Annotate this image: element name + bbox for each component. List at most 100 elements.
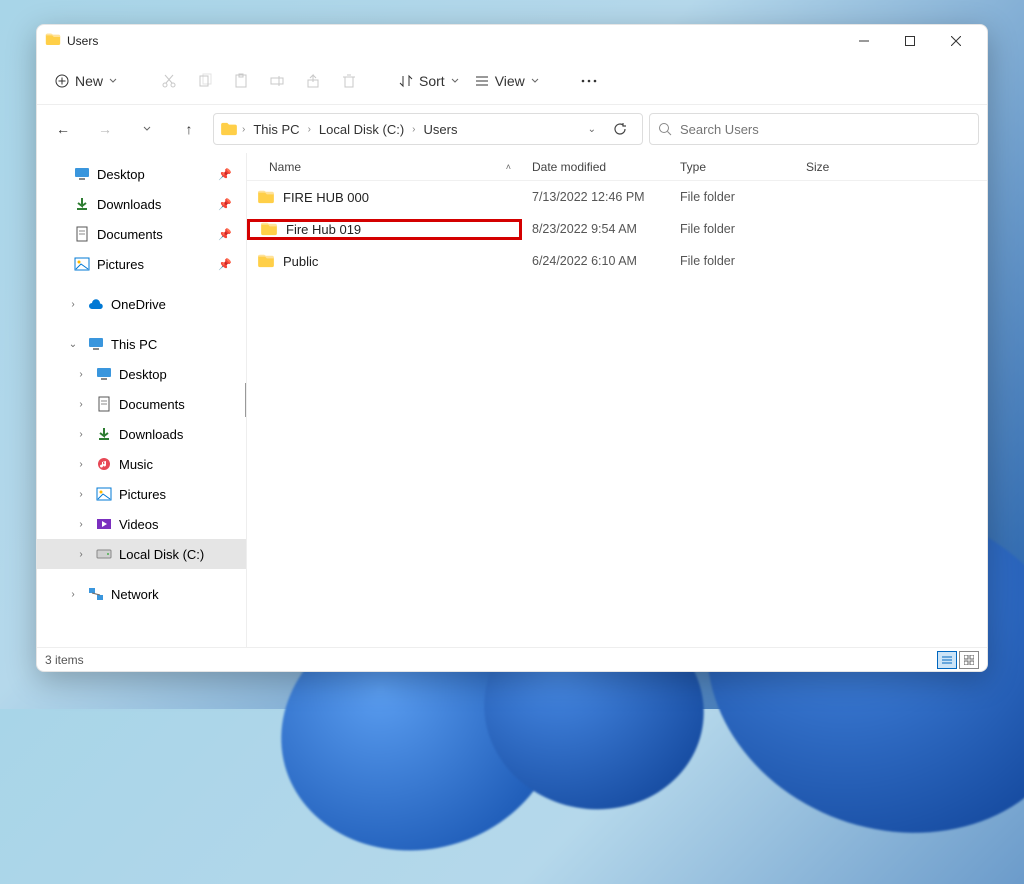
sidebar-item-label: Pictures: [119, 487, 166, 502]
breadcrumb-thispc[interactable]: This PC: [249, 120, 303, 139]
column-size[interactable]: Size: [796, 153, 876, 180]
chevron-right-icon: ›: [412, 124, 415, 135]
sidebar-item-downloads[interactable]: Downloads📌: [37, 189, 246, 219]
search-input[interactable]: [680, 122, 970, 137]
sidebar-item-onedrive[interactable]: › OneDrive: [37, 289, 246, 319]
forward-button[interactable]: →: [87, 111, 123, 147]
chevron-right-icon[interactable]: ›: [73, 459, 89, 470]
cloud-icon: [87, 298, 105, 310]
grid-icon: [964, 655, 974, 665]
refresh-button[interactable]: [604, 122, 636, 136]
delete-button[interactable]: [331, 63, 367, 99]
back-button[interactable]: ←: [45, 111, 81, 147]
cut-icon: [161, 73, 177, 89]
chevron-right-icon[interactable]: ›: [73, 369, 89, 380]
recent-button[interactable]: [129, 111, 165, 147]
breadcrumb-users[interactable]: Users: [420, 120, 462, 139]
chevron-right-icon[interactable]: ›: [65, 299, 81, 310]
chevron-right-icon[interactable]: ›: [73, 399, 89, 410]
chevron-down-icon: [451, 77, 459, 85]
column-headers: Name˄ Date modified Type Size: [247, 153, 987, 181]
search-icon: [658, 122, 672, 136]
sidebar-item-pictures[interactable]: › Pictures: [37, 479, 246, 509]
column-type[interactable]: Type: [670, 153, 796, 180]
address-history-button[interactable]: ⌄: [584, 120, 600, 139]
address-bar[interactable]: › This PC › Local Disk (C:) › Users ⌄: [213, 113, 643, 145]
thumbnails-view-button[interactable]: [959, 651, 979, 669]
folder-row[interactable]: FIRE HUB 0007/13/2022 12:46 PMFile folde…: [247, 181, 987, 213]
paste-icon: [233, 73, 249, 89]
breadcrumb-localdisk[interactable]: Local Disk (C:): [315, 120, 408, 139]
chevron-right-icon[interactable]: ›: [73, 429, 89, 440]
downloads-icon: [73, 197, 91, 211]
file-type: File folder: [670, 190, 796, 204]
folder-row[interactable]: Public6/24/2022 6:10 AMFile folder: [247, 245, 987, 277]
sort-button[interactable]: Sort: [391, 67, 467, 95]
sidebar-item-desktop[interactable]: › Desktop: [37, 359, 246, 389]
pictures-icon: [73, 257, 91, 271]
rename-button[interactable]: [259, 63, 295, 99]
folder-icon: [257, 190, 275, 204]
sidebar-item-pictures[interactable]: Pictures📌: [37, 249, 246, 279]
videos-icon: [95, 518, 113, 530]
up-button[interactable]: ↑: [171, 111, 207, 147]
status-text: 3 items: [45, 653, 84, 667]
pin-icon: 📌: [218, 168, 242, 181]
new-label: New: [75, 73, 103, 89]
sidebar-item-documents[interactable]: › Documents: [37, 389, 246, 419]
sidebar-item-label: Documents: [97, 227, 163, 242]
sidebar-item-label: Documents: [119, 397, 185, 412]
sort-icon: [399, 74, 413, 88]
paste-button[interactable]: [223, 63, 259, 99]
sidebar-item-local-disk-c-[interactable]: › Local Disk (C:): [37, 539, 246, 569]
status-bar: 3 items: [37, 647, 987, 671]
refresh-icon: [613, 122, 627, 136]
titlebar: Users: [37, 25, 987, 57]
close-button[interactable]: [933, 25, 979, 57]
chevron-right-icon[interactable]: ›: [73, 519, 89, 530]
sidebar-item-thispc[interactable]: ⌄ This PC: [37, 329, 246, 359]
more-button[interactable]: [571, 63, 607, 99]
details-view-button[interactable]: [937, 651, 957, 669]
date-modified: 7/13/2022 12:46 PM: [522, 190, 670, 204]
sidebar-item-documents[interactable]: Documents 📌: [37, 219, 246, 249]
search-box[interactable]: [649, 113, 979, 145]
sidebar-item-label: OneDrive: [111, 297, 166, 312]
column-name[interactable]: Name˄: [247, 153, 522, 180]
desktop-icon: [73, 167, 91, 181]
music-icon: [95, 457, 113, 471]
sidebar-item-label: Desktop: [119, 367, 167, 382]
chevron-down-icon[interactable]: ⌄: [65, 339, 81, 350]
pin-icon: 📌: [218, 228, 242, 241]
folder-name: Fire Hub 019: [286, 222, 361, 237]
sidebar-item-desktop[interactable]: Desktop📌: [37, 159, 246, 189]
minimize-button[interactable]: [841, 25, 887, 57]
sidebar-item-network[interactable]: › Network: [37, 579, 246, 609]
sidebar-item-label: Local Disk (C:): [119, 547, 204, 562]
cut-button[interactable]: [151, 63, 187, 99]
window-icon: [45, 33, 61, 49]
share-button[interactable]: [295, 63, 331, 99]
pane-resizer[interactable]: [242, 153, 247, 647]
column-date[interactable]: Date modified: [522, 153, 670, 180]
column-label: Size: [806, 160, 829, 174]
sidebar-item-downloads[interactable]: ›Downloads: [37, 419, 246, 449]
copy-button[interactable]: [187, 63, 223, 99]
sidebar-item-label: Downloads: [97, 197, 161, 212]
date-modified: 8/23/2022 9:54 AM: [522, 222, 670, 236]
sidebar-item-label: This PC: [111, 337, 157, 352]
sidebar-item-music[interactable]: ›Music: [37, 449, 246, 479]
ellipsis-icon: [581, 79, 597, 83]
chevron-right-icon[interactable]: ›: [73, 549, 89, 560]
folder-row[interactable]: Fire Hub 0198/23/2022 9:54 AMFile folder: [247, 213, 987, 245]
chevron-right-icon[interactable]: ›: [73, 489, 89, 500]
new-button[interactable]: New: [45, 67, 127, 95]
chevron-right-icon[interactable]: ›: [65, 589, 81, 600]
sidebar-item-videos[interactable]: ›Videos: [37, 509, 246, 539]
chevron-right-icon: ›: [308, 124, 311, 135]
folder-icon: [220, 122, 238, 136]
documents-icon: [73, 226, 91, 242]
view-button[interactable]: View: [467, 67, 547, 95]
maximize-button[interactable]: [887, 25, 933, 57]
view-label: View: [495, 73, 525, 89]
